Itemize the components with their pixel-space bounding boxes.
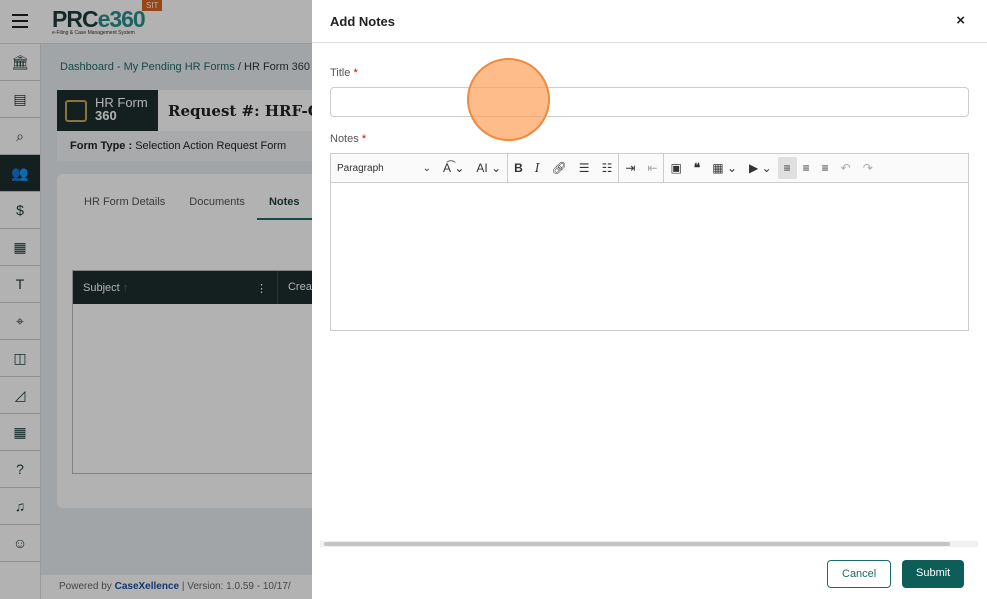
align-center-icon[interactable]: ≡ [816,161,835,175]
bulleted-list-icon[interactable]: ☰ [573,161,596,175]
font-family-icon[interactable]: AI ⌄ [470,161,507,175]
horizontal-scrollbar[interactable] [320,541,978,547]
title-label-text: Title [330,67,351,79]
font-size-icon[interactable]: A͡ ⌄ [437,161,470,175]
indent-icon[interactable]: ⇥ [619,161,641,175]
table-icon[interactable]: ▦ ⌄ [706,161,743,175]
align-right-icon[interactable]: ≡ [797,161,816,175]
click-indicator [467,58,550,141]
title-input[interactable] [330,87,969,117]
title-label: Title * [330,67,358,79]
close-icon[interactable]: × [956,12,965,29]
notes-editor: Paragraph ⌄ A͡ ⌄ AI ⌄ B I 🔗︎ ☰ ☷ ⇥ ⇤ ▣ ❝ … [330,153,969,331]
required-marker: * [361,133,367,145]
undo-icon[interactable]: ↶ [835,161,857,175]
italic-icon[interactable]: I [529,161,546,175]
notes-textarea[interactable] [331,183,968,331]
media-icon[interactable]: ▶ ⌄ [743,161,778,175]
blockquote-icon[interactable]: ❝ [688,161,706,175]
numbered-list-icon[interactable]: ☷ [596,161,619,175]
chevron-down-icon: ⌄ [422,162,431,174]
align-left-icon[interactable]: ≡ [777,157,797,179]
redo-icon[interactable]: ↷ [857,161,879,175]
cancel-button[interactable]: Cancel [827,560,892,588]
notes-label-text: Notes [330,133,359,145]
image-icon[interactable]: ▣ [664,161,687,175]
add-notes-panel: Add Notes × Title * Notes * Paragraph ⌄ A͡… [312,0,987,599]
dialog-title: Add Notes [330,14,395,29]
modal-backdrop[interactable] [0,0,312,599]
editor-toolbar: Paragraph ⌄ A͡ ⌄ AI ⌄ B I 🔗︎ ☰ ☷ ⇥ ⇤ ▣ ❝ … [331,153,968,183]
submit-button[interactable]: Submit [902,560,965,588]
link-icon[interactable]: 🔗︎ [546,161,573,175]
paragraph-select[interactable]: Paragraph ⌄ [331,163,437,174]
notes-label: Notes * [330,133,366,145]
outdent-icon[interactable]: ⇤ [641,161,663,175]
paragraph-label: Paragraph [337,162,384,174]
required-marker: * [353,67,358,79]
bold-icon[interactable]: B [508,161,529,175]
